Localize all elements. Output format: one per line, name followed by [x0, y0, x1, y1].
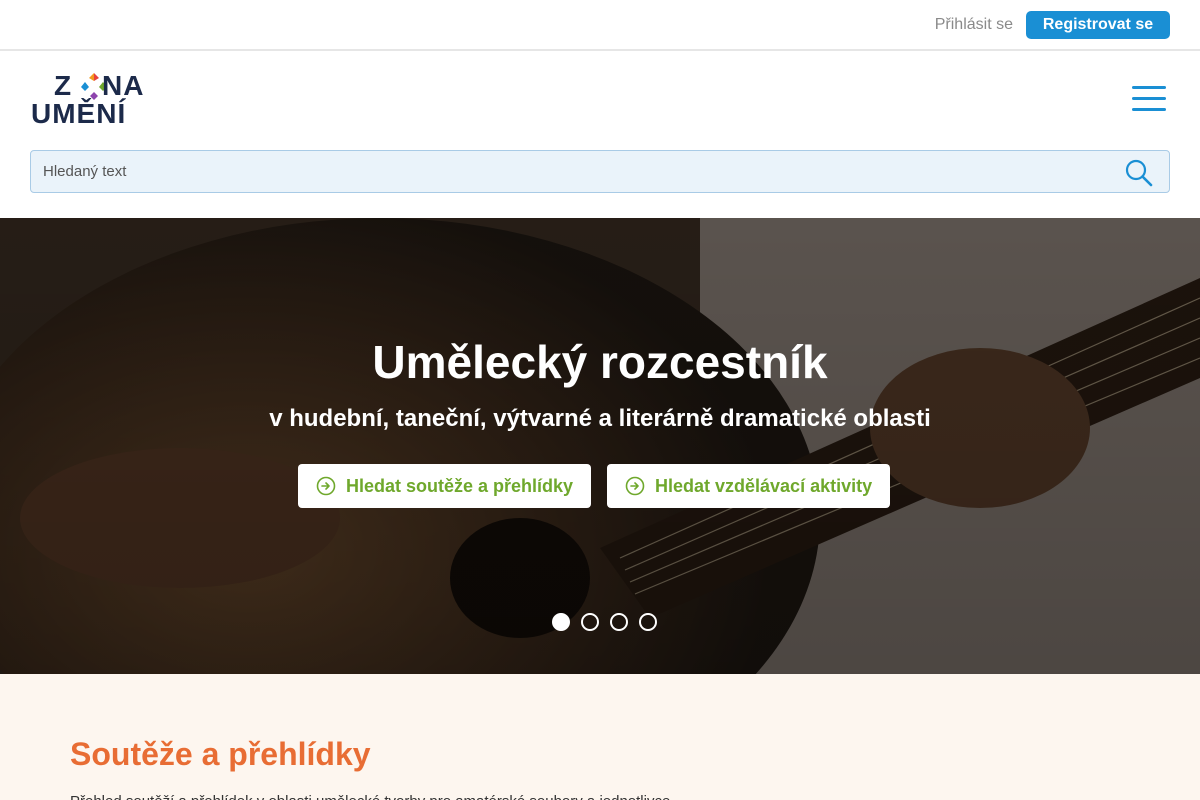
carousel-dot-1[interactable] [552, 613, 570, 631]
search-competitions-label: Hledat soutěže a přehlídky [346, 476, 574, 496]
hero-background-image [0, 218, 1200, 674]
search-education-button[interactable]: Hledat vzdělávací aktivity [607, 464, 890, 508]
hero-subtitle: v hudební, taneční, výtvarné a literárně… [269, 405, 931, 432]
hero-carousel: Umělecký rozcestník v hudební, taneční, … [0, 218, 1200, 674]
logo[interactable]: Z NA UMĚNÍ [30, 70, 162, 130]
arrow-circle-icon [316, 476, 336, 496]
menu-icon[interactable] [1132, 84, 1168, 112]
search-competitions-button[interactable]: Hledat soutěže a přehlídky [298, 464, 591, 508]
section-title: Soutěže a přehlídky [70, 736, 371, 772]
hero-title: Umělecký rozcestník [372, 336, 828, 388]
carousel-dot-3[interactable] [610, 613, 628, 631]
register-button[interactable]: Registrovat se [1026, 11, 1170, 39]
search-bar [30, 150, 1170, 193]
logo-text-bottom: UMĚNÍ [31, 98, 127, 129]
carousel-dot-2[interactable] [581, 613, 599, 631]
logo-letters-na: NA [102, 70, 145, 101]
search-input[interactable] [43, 151, 1103, 192]
carousel-dots [552, 613, 662, 633]
logo-letter-z: Z [54, 70, 73, 101]
top-bar: Přihlásit se Registrovat se [0, 0, 1200, 51]
header: Z NA UMĚNÍ [0, 51, 1200, 218]
section-text: Přehled soutěží a přehlídek v oblasti um… [70, 792, 1130, 800]
arrow-circle-icon [625, 476, 645, 496]
competitions-section: Soutěže a přehlídky Přehled soutěží a př… [0, 674, 1200, 800]
carousel-dot-4[interactable] [639, 613, 657, 631]
search-icon[interactable] [1124, 158, 1154, 188]
logo-text-top: Z NA [54, 72, 144, 100]
search-education-label: Hledat vzdělávací aktivity [655, 476, 873, 496]
login-link[interactable]: Přihlásit se [935, 16, 1013, 34]
